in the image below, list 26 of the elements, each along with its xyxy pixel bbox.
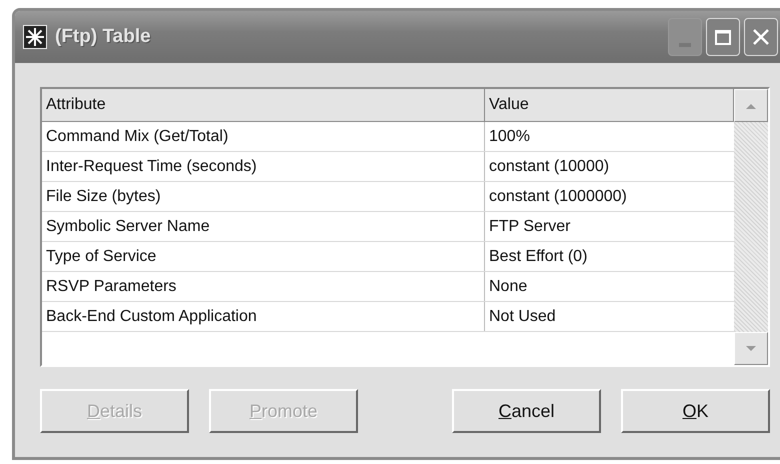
table-cell-text: constant (10000): [488, 156, 610, 176]
down-arrow-icon: [745, 344, 757, 352]
table-cell-text: Not Used: [488, 306, 557, 326]
table-cell: Back-End Custom Application: [42, 302, 485, 331]
table-cell: Symbolic Server Name: [42, 212, 485, 241]
scroll-up-button[interactable]: [734, 89, 768, 122]
scroll-down-button[interactable]: [734, 332, 768, 365]
table-cell-text: FTP Server: [488, 216, 572, 236]
table-cell-text: constant (1000000): [488, 186, 628, 206]
close-button[interactable]: [744, 18, 778, 56]
maximize-button[interactable]: [706, 18, 740, 56]
table-cell-text: Best Effort (0): [488, 246, 588, 266]
scrollbar[interactable]: [734, 89, 768, 365]
table-cell: File Size (bytes): [42, 182, 485, 211]
star-icon: [23, 25, 47, 49]
table-cell: RSVP Parameters: [42, 272, 485, 301]
dialog-button[interactable]: OK: [621, 389, 770, 433]
table-cell: Command Mix (Get/Total): [42, 122, 485, 151]
up-arrow-icon: [745, 102, 757, 110]
table-cell: Inter-Request Time (seconds): [42, 152, 485, 181]
table-cell-text: 100%: [488, 126, 531, 146]
table-cell-text: None: [488, 276, 528, 296]
table-cell: Type of Service: [42, 242, 485, 271]
window-title: (Ftp) Table: [55, 26, 152, 48]
dialog-button[interactable]: Cancel: [452, 389, 601, 433]
column-header[interactable]: Attribute: [42, 89, 485, 121]
